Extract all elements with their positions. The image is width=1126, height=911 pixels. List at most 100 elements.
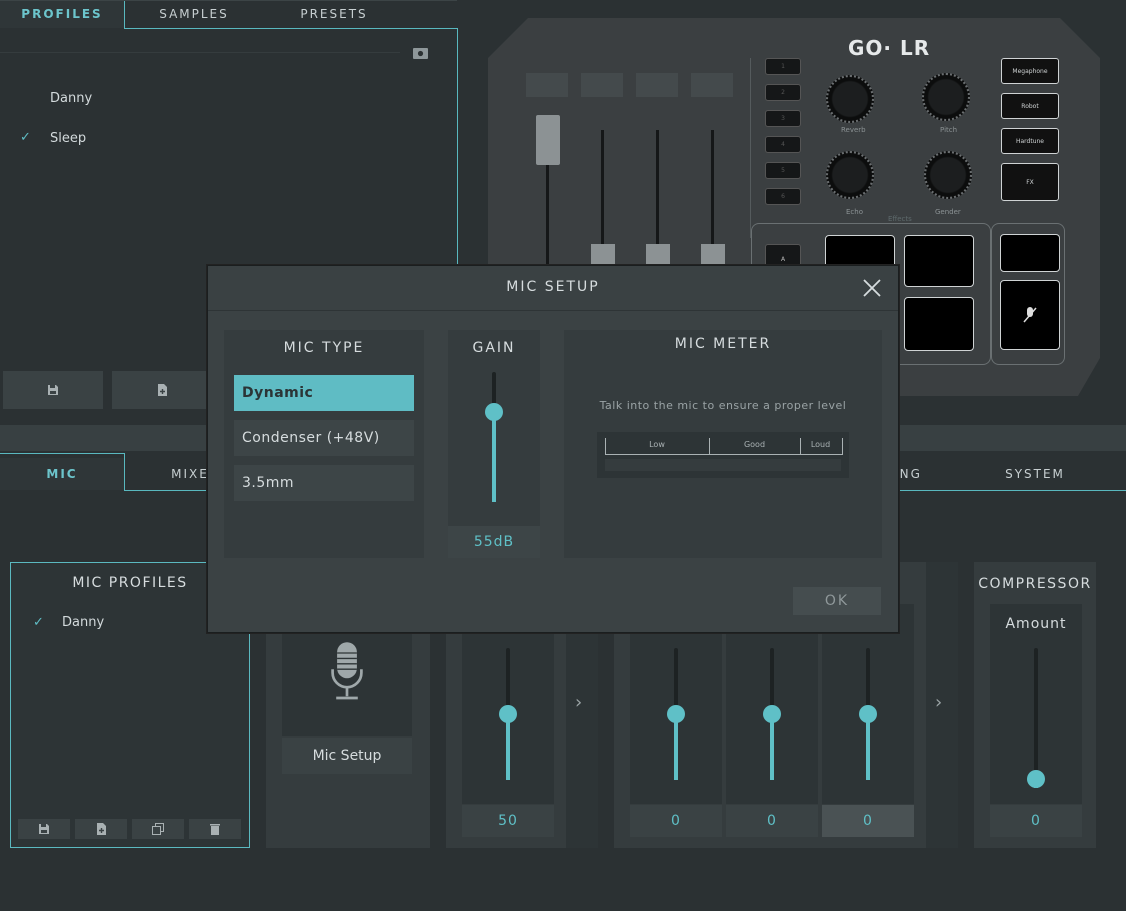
check-icon: ✓	[33, 615, 44, 630]
bank-button-6[interactable]: 6	[765, 188, 801, 205]
cough-button[interactable]	[1000, 280, 1060, 350]
bleep-button[interactable]	[1000, 234, 1060, 272]
slider[interactable]	[664, 648, 688, 780]
meter-zone-low: Low	[649, 440, 665, 449]
slider-thumb[interactable]	[667, 705, 685, 723]
mic-setup-button[interactable]: Mic Setup	[282, 738, 412, 774]
mic-meter-title: MIC METER	[674, 336, 772, 352]
mic-type-title: MIC TYPE	[283, 340, 365, 356]
new-mic-profile-button[interactable]	[75, 819, 127, 839]
slider-thumb[interactable]	[859, 705, 877, 723]
scribble-strip	[581, 73, 623, 97]
slider-fill	[674, 714, 678, 780]
duplicate-mic-profile-button[interactable]	[132, 819, 184, 839]
mic-type-option-3-5mm[interactable]: 3.5mm	[234, 465, 414, 501]
knob-reverb[interactable]	[826, 75, 874, 123]
slider-value: 0	[630, 805, 722, 837]
save-icon	[39, 824, 49, 834]
fx-button-megaphone[interactable]: Megaphone	[1001, 58, 1059, 84]
knob-gender[interactable]	[924, 151, 972, 199]
delete-mic-profile-button[interactable]	[189, 819, 241, 839]
slider-value: 50	[462, 805, 554, 837]
tab-profiles[interactable]: PROFILES	[0, 0, 124, 28]
new-profile-button[interactable]	[112, 371, 212, 409]
gain-section: GAIN 55dB	[448, 330, 540, 558]
mic-icon-box	[282, 632, 412, 736]
divider	[750, 58, 751, 238]
tab-top-line	[0, 453, 125, 454]
knob-label: Gender	[935, 208, 961, 216]
gain-slider[interactable]	[482, 372, 506, 502]
top-line	[0, 0, 457, 1]
slider[interactable]	[496, 648, 520, 780]
slider[interactable]	[760, 648, 784, 780]
copy-icon	[152, 823, 164, 835]
new-file-icon	[97, 823, 106, 835]
save-profile-button[interactable]	[3, 371, 103, 409]
scribble-strip	[691, 73, 733, 97]
meter-zone-loud: Loud	[810, 440, 831, 449]
knob-pitch[interactable]	[922, 73, 970, 121]
slider-value: 0	[726, 805, 818, 837]
mic-mute-icon	[1023, 307, 1037, 323]
tab-mic[interactable]: MIC	[0, 458, 124, 490]
sampler-pad[interactable]	[904, 235, 974, 287]
mic-profile-item-danny[interactable]: Danny	[62, 615, 104, 630]
scribble-strip	[526, 73, 568, 97]
bank-button-5[interactable]: 5	[765, 162, 801, 179]
profile-item-danny[interactable]: Danny	[50, 91, 92, 106]
knob-label: Reverb	[841, 126, 866, 134]
effects-label: Effects	[888, 215, 912, 223]
scribble-strip	[636, 73, 678, 97]
bank-button-2[interactable]: 2	[765, 84, 801, 101]
mic-type-section: MIC TYPE Dynamic Condenser (+48V) 3.5mm	[224, 330, 424, 558]
profile-item-sleep[interactable]: Sleep	[50, 131, 86, 146]
slider-thumb[interactable]	[763, 705, 781, 723]
expand-strip[interactable]	[566, 604, 598, 848]
tab-presets[interactable]: PRESETS	[268, 0, 400, 28]
slider[interactable]	[1024, 648, 1048, 788]
trash-icon	[210, 824, 220, 835]
mic-type-option-condenser[interactable]: Condenser (+48V)	[234, 420, 414, 456]
tab-samples[interactable]: SAMPLES	[130, 0, 258, 28]
chevron-right-icon[interactable]: ›	[575, 692, 582, 713]
mic-setup-dialog: MIC SETUP MIC TYPE Dynamic Condenser (+4…	[207, 265, 899, 633]
separator	[0, 52, 400, 53]
slider-fill	[770, 714, 774, 780]
knob-echo[interactable]	[826, 151, 874, 199]
compressor-title: COMPRESSOR	[978, 576, 1092, 592]
save-mic-profile-button[interactable]	[18, 819, 70, 839]
camera-folder-icon[interactable]	[412, 45, 429, 59]
dialog-title: MIC SETUP	[506, 279, 600, 295]
tab-system[interactable]: SYSTEM	[975, 458, 1095, 490]
slider-fill	[492, 412, 496, 502]
ok-button[interactable]: OK	[793, 587, 881, 615]
check-icon: ✓	[20, 130, 31, 145]
meter-zone-good: Good	[743, 440, 766, 449]
fader-knob[interactable]	[701, 244, 725, 264]
slider-thumb[interactable]	[485, 403, 503, 421]
mic-type-option-dynamic[interactable]: Dynamic	[234, 375, 414, 411]
chevron-right-icon[interactable]: ›	[935, 692, 942, 713]
meter-bar	[605, 459, 841, 471]
gain-value: 55dB	[448, 526, 540, 558]
level-meter: Low Good Loud	[597, 432, 849, 478]
slider[interactable]	[856, 648, 880, 780]
close-icon[interactable]	[862, 278, 882, 298]
tab-divider	[124, 453, 125, 491]
fader-knob[interactable]	[536, 115, 560, 165]
bank-button-1[interactable]: 1	[765, 58, 801, 75]
bank-button-3[interactable]: 3	[765, 110, 801, 127]
slider-track	[1034, 648, 1038, 788]
compressor-value: 0	[990, 805, 1082, 837]
fader-knob[interactable]	[646, 244, 670, 264]
fx-button-hardtune[interactable]: Hardtune	[1001, 128, 1059, 154]
slider-thumb[interactable]	[499, 705, 517, 723]
sampler-pad[interactable]	[904, 297, 974, 351]
bank-button-4[interactable]: 4	[765, 136, 801, 153]
fader-knob[interactable]	[591, 244, 615, 264]
slider-thumb[interactable]	[1027, 770, 1045, 788]
fx-button-robot[interactable]: Robot	[1001, 93, 1059, 119]
fx-button-fx[interactable]: FX	[1001, 163, 1059, 201]
knob-label: Echo	[846, 208, 863, 216]
